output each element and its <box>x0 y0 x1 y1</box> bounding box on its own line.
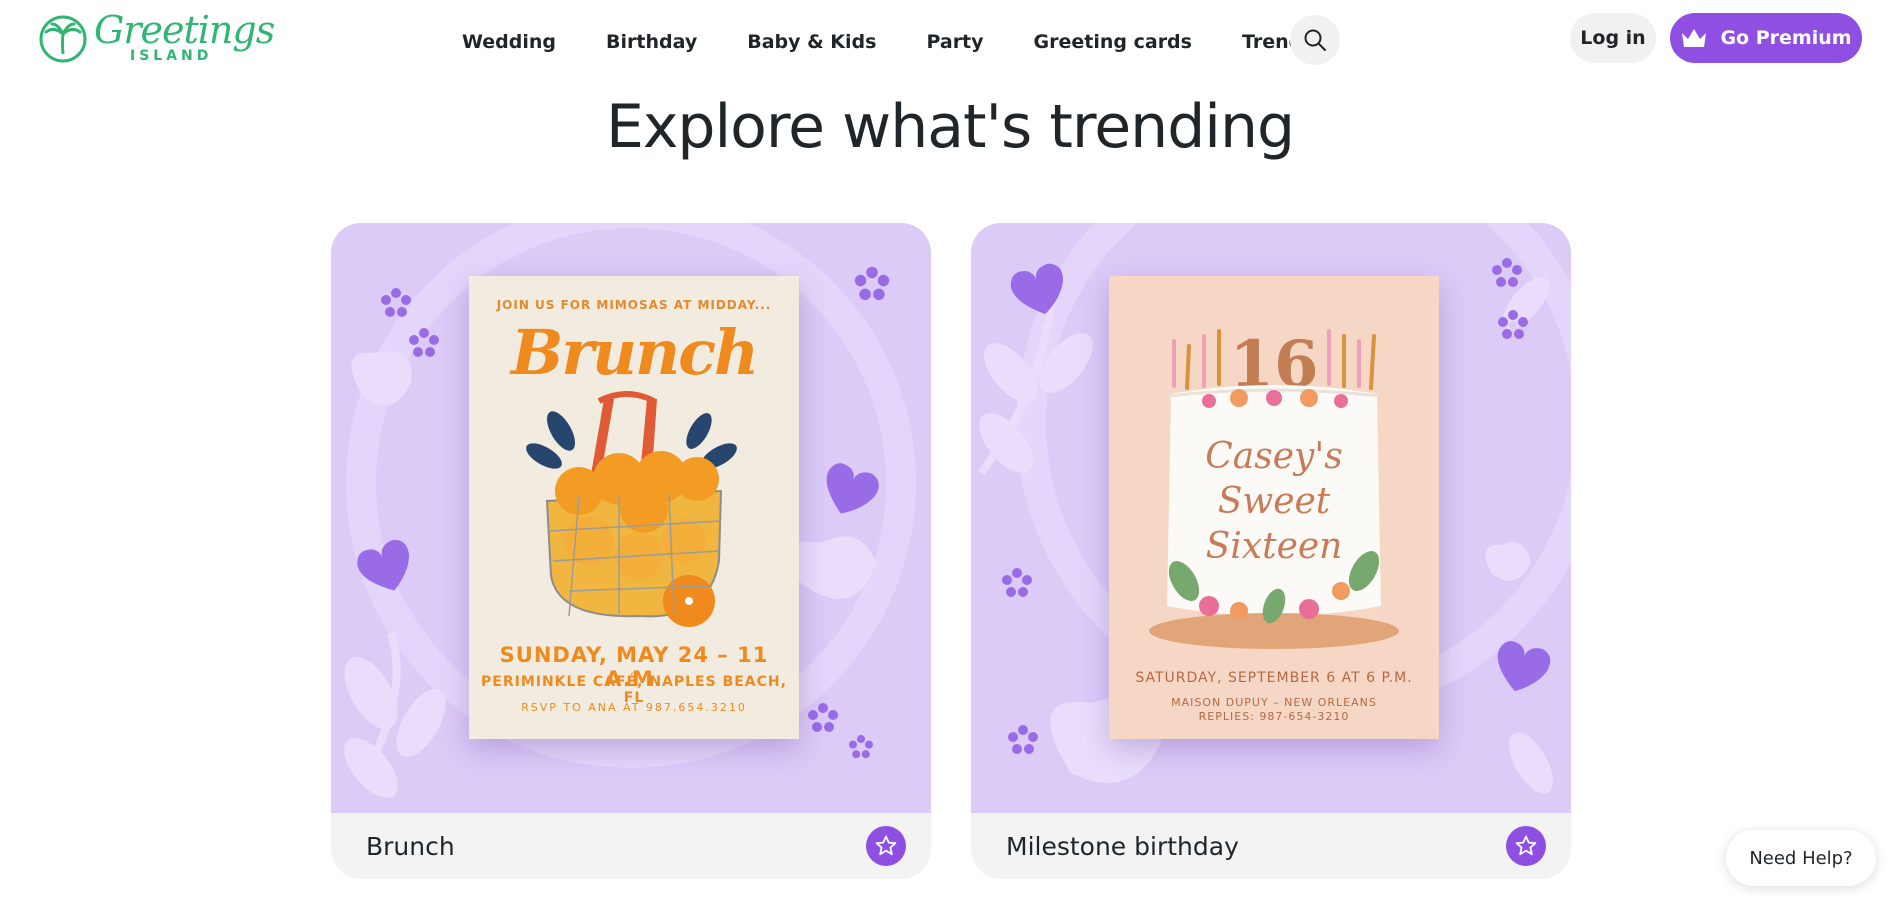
heart-icon <box>826 463 879 514</box>
invite-rsvp: RSVP TO ANA AT 987.654.3210 <box>521 701 747 714</box>
logo-sub: ISLAND <box>130 48 213 64</box>
invite-name-line3: Sixteen <box>1205 526 1343 567</box>
need-help-button[interactable]: Need Help? <box>1726 830 1876 886</box>
nav-item-greeting-cards[interactable]: Greeting cards <box>1034 31 1192 53</box>
heart-icon <box>357 539 410 591</box>
search-icon <box>1304 29 1326 51</box>
go-premium-button[interactable]: Go Premium <box>1670 13 1862 63</box>
search-button[interactable] <box>1290 15 1340 65</box>
flower-icon <box>849 735 873 759</box>
heart-icon <box>1010 263 1064 315</box>
flower-icon <box>1002 568 1032 597</box>
invite-preview-sweet-sixteen: 16 Casey's Sweet Sixteen SATURDAY, SEPTE… <box>1109 276 1439 739</box>
crown-icon <box>1682 29 1707 47</box>
card-footer: Milestone birthday <box>971 813 1571 879</box>
flower-icon <box>381 288 411 317</box>
orange-bag-illustration <box>526 391 737 627</box>
trending-card-milestone-birthday[interactable]: 16 Casey's Sweet Sixteen SATURDAY, SEPTE… <box>971 223 1571 879</box>
star-icon <box>875 835 897 856</box>
card-label: Milestone birthday <box>1006 831 1239 861</box>
card-footer: Brunch <box>331 813 931 879</box>
nav-item-birthday[interactable]: Birthday <box>606 31 697 53</box>
star-icon <box>1515 835 1537 856</box>
page-title: Explore what's trending <box>605 92 1295 162</box>
invite-preview-brunch: JOIN US FOR MIMOSAS AT MIDDAY... Brunch <box>469 276 799 739</box>
invite-date: SATURDAY, SEPTEMBER 6 AT 6 P.M. <box>1135 670 1413 686</box>
flower-icon <box>409 328 439 357</box>
card-artwork: JOIN US FOR MIMOSAS AT MIDDAY... Brunch <box>331 223 931 813</box>
nav-item-party[interactable]: Party <box>926 31 983 53</box>
invite-name-line1: Casey's <box>1205 436 1343 477</box>
heart-icon <box>1497 641 1551 692</box>
nav-item-wedding[interactable]: Wedding <box>462 31 556 53</box>
main-nav: Wedding Birthday Baby & Kids Party Greet… <box>462 22 1386 62</box>
trending-card-brunch[interactable]: JOIN US FOR MIMOSAS AT MIDDAY... Brunch <box>331 223 931 879</box>
flower-icon <box>854 266 890 301</box>
flower-icon <box>1498 310 1528 339</box>
login-button[interactable]: Log in <box>1570 13 1656 63</box>
card-artwork: 16 Casey's Sweet Sixteen SATURDAY, SEPTE… <box>971 223 1571 813</box>
card-label: Brunch <box>366 831 455 861</box>
palm-logo-icon <box>39 15 87 63</box>
go-premium-label: Go Premium <box>1720 27 1852 49</box>
invite-title: Brunch <box>510 316 759 389</box>
logo-brand: Greetings <box>94 8 275 52</box>
flower-icon <box>808 703 838 732</box>
logo[interactable]: Greetings ISLAND <box>38 8 275 68</box>
nav-item-baby-kids[interactable]: Baby & Kids <box>747 31 876 53</box>
site-header: Greetings ISLAND Wedding Birthday Baby &… <box>0 0 1900 80</box>
flower-icon <box>1492 258 1522 287</box>
invite-place: MAISON DUPUY – NEW ORLEANS <box>1171 696 1377 709</box>
favorite-button[interactable] <box>1506 826 1546 866</box>
invite-name-line2: Sweet <box>1217 481 1331 522</box>
favorite-button[interactable] <box>866 826 906 866</box>
flower-icon <box>1008 725 1038 754</box>
invite-kicker: JOIN US FOR MIMOSAS AT MIDDAY... <box>496 298 772 312</box>
invite-reply: REPLIES: 987-654-3210 <box>1198 710 1350 723</box>
